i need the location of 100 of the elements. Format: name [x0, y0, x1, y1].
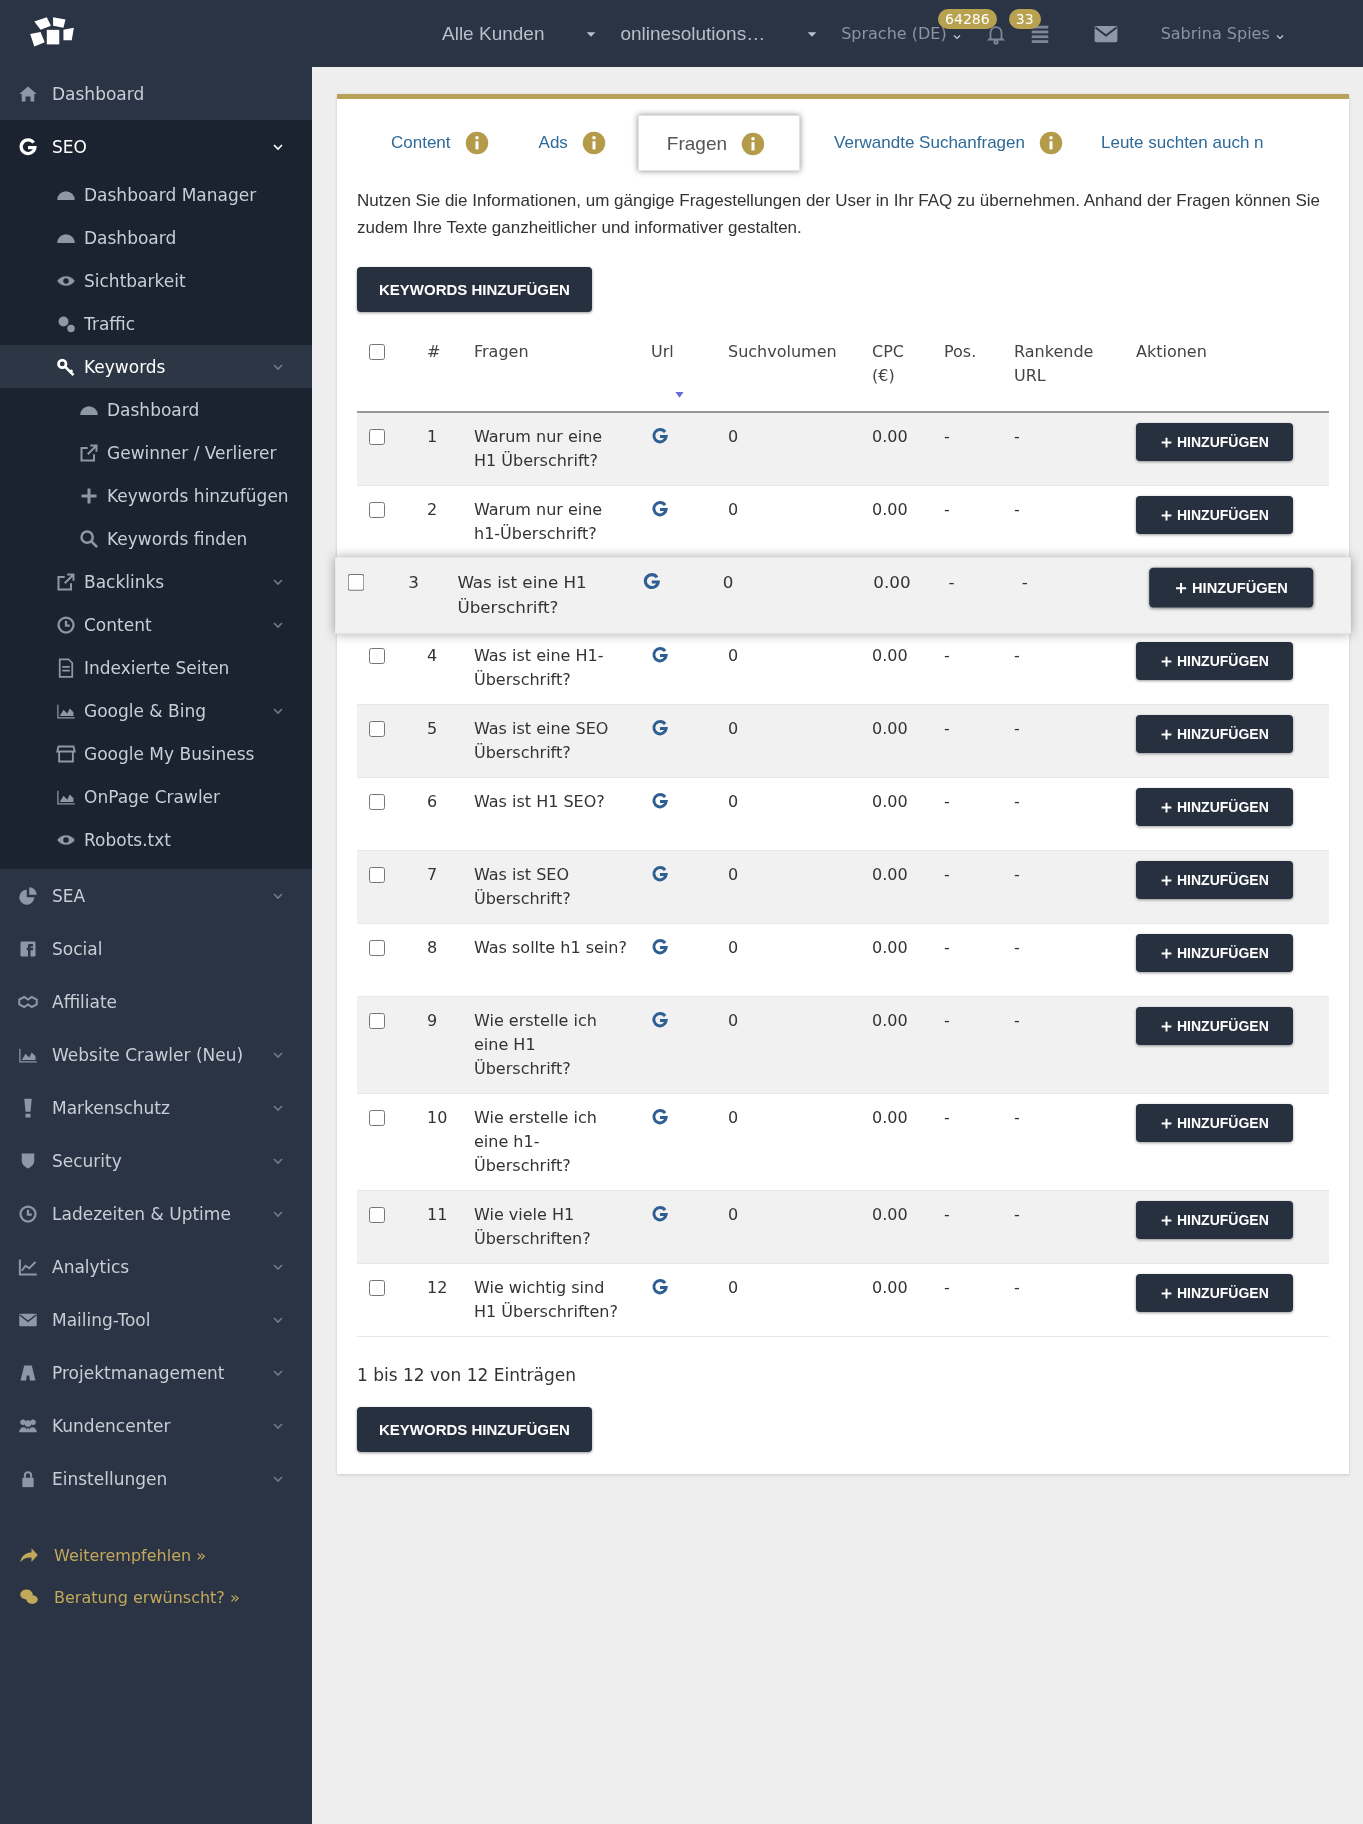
table-cell: 0 [728, 1011, 739, 1030]
table-cell: 0.00 [872, 500, 908, 519]
sidebar-item[interactable]: Dashboard [0, 388, 312, 431]
plus-icon [1160, 435, 1173, 449]
g-icon [651, 427, 669, 445]
table-cell: - [1021, 572, 1028, 592]
table-cell: - [1014, 1011, 1020, 1030]
sidebar-item[interactable]: Keywords [0, 345, 312, 388]
add-button[interactable]: HINZUFÜGEN [1136, 1104, 1293, 1142]
table-cell: - [1014, 938, 1020, 957]
row-checkbox[interactable] [369, 721, 385, 737]
sidebar-item[interactable]: Einstellungen [0, 1452, 312, 1505]
row-checkbox[interactable] [369, 1280, 385, 1296]
sidebar-item[interactable]: Dashboard [0, 216, 312, 259]
sidebar-item[interactable]: OnPage Crawler [0, 775, 312, 818]
tab[interactable]: Leute suchten auch n [1078, 117, 1264, 169]
add-button[interactable]: HINZUFÜGEN [1136, 934, 1293, 972]
sidebar-item[interactable]: Projektmanagement [0, 1346, 312, 1399]
tab[interactable]: Ads [504, 115, 622, 171]
sidebar-item[interactable]: Backlinks [0, 560, 312, 603]
sidebar-item[interactable]: SEO [0, 120, 312, 173]
table-cell: 0.00 [872, 646, 908, 665]
plus-icon [1174, 580, 1188, 595]
add-button[interactable]: HINZUFÜGEN [1149, 567, 1313, 608]
add-button[interactable]: HINZUFÜGEN [1136, 642, 1293, 680]
sidebar-item[interactable]: Dashboard Manager [0, 173, 312, 216]
sidebar-link[interactable]: Weiterempfehlen » [18, 1545, 207, 1565]
add-button[interactable]: HINZUFÜGEN [1136, 788, 1293, 826]
table-cell: Was sollte h1 sein? [474, 938, 627, 957]
row-checkbox[interactable] [369, 648, 385, 664]
sidebar-item[interactable]: Markenschutz [0, 1081, 312, 1134]
column-header[interactable]: # [427, 340, 441, 364]
row-checkbox[interactable] [369, 1013, 385, 1029]
table-cell: 0 [728, 865, 739, 884]
row-checkbox[interactable] [369, 1110, 385, 1126]
row-checkbox[interactable] [369, 867, 385, 883]
sidebar-item[interactable]: Social [0, 922, 312, 975]
column-header[interactable]: Rankende URL [1014, 340, 1112, 388]
sidebar-item[interactable]: Sichtbarkeit [0, 259, 312, 302]
table-cell: - [1014, 865, 1020, 884]
sidebar-link[interactable]: Beratung erwünscht? » [18, 1587, 240, 1607]
add-keywords-button[interactable]: KEYWORDS HINZUFÜGEN [357, 1407, 592, 1452]
sidebar-item[interactable]: Kundencenter [0, 1399, 312, 1452]
sidebar-item[interactable]: Indexierte Seiten [0, 646, 312, 689]
sidebar-item[interactable]: Mailing-Tool [0, 1293, 312, 1346]
add-button[interactable]: HINZUFÜGEN [1136, 715, 1293, 753]
sidebar-item[interactable]: Ladezeiten & Uptime [0, 1187, 312, 1240]
sidebar-item[interactable]: Content [0, 603, 312, 646]
table-cell: - [948, 572, 955, 592]
add-button[interactable]: HINZUFÜGEN [1136, 496, 1293, 534]
table-cell: - [944, 1011, 950, 1030]
row-checkbox[interactable] [347, 574, 365, 591]
sidebar-item[interactable]: SEA [0, 869, 312, 922]
sidebar-item[interactable]: Website Crawler (Neu) [0, 1028, 312, 1081]
table-cell: 0 [728, 1108, 739, 1127]
add-button[interactable]: HINZUFÜGEN [1136, 1274, 1293, 1312]
g-icon [651, 500, 669, 518]
table-cell: 0 [728, 792, 739, 811]
table-cell: - [1014, 792, 1020, 811]
info-icon [1038, 131, 1063, 155]
table-cell: 11 [427, 1205, 448, 1224]
sidebar-item[interactable]: Analytics [0, 1240, 312, 1293]
tab[interactable]: Fragen [637, 115, 801, 171]
column-header[interactable]: Suchvolumen [728, 340, 837, 364]
row-checkbox[interactable] [369, 502, 385, 518]
add-button[interactable]: HINZUFÜGEN [1136, 423, 1293, 461]
column-header[interactable]: Fragen [474, 340, 529, 364]
select-all-checkbox[interactable] [369, 344, 385, 360]
tab[interactable]: Content [357, 115, 505, 171]
row-checkbox[interactable] [369, 794, 385, 810]
project-dropdown[interactable]: onlinesolutions… [620, 22, 820, 45]
sidebar-item[interactable]: Google My Business [0, 732, 312, 775]
sidebar-item[interactable]: Robots.txt [0, 818, 312, 861]
sidebar-item[interactable]: Keywords finden [0, 517, 312, 560]
customer-dropdown[interactable]: Alle Kunden [442, 22, 599, 45]
add-button[interactable]: HINZUFÜGEN [1136, 1007, 1293, 1045]
user-menu[interactable]: Sabrina Spies [1160, 24, 1286, 43]
sidebar-item[interactable]: Google & Bing [0, 689, 312, 732]
tab[interactable]: Verwandte Suchanfragen [800, 115, 1079, 171]
column-header[interactable]: Pos. [944, 340, 977, 364]
plus-icon [1160, 1286, 1173, 1300]
table-cell: 0.00 [873, 572, 911, 592]
row-checkbox[interactable] [369, 1207, 385, 1223]
column-header[interactable]: CPC (€) [872, 340, 920, 388]
add-button[interactable]: HINZUFÜGEN [1136, 861, 1293, 899]
sidebar-item[interactable]: Gewinner / Verlierer [0, 431, 312, 474]
sidebar-item[interactable]: Affiliate [0, 975, 312, 1028]
row-checkbox[interactable] [369, 940, 385, 956]
row-checkbox[interactable] [369, 429, 385, 445]
column-header[interactable]: Url [651, 340, 704, 401]
table-cell: Was ist eine H1-Überschrift? [474, 646, 604, 689]
g-icon [651, 865, 669, 883]
column-header[interactable]: Aktionen [1136, 340, 1207, 364]
add-button[interactable]: HINZUFÜGEN [1136, 1201, 1293, 1239]
sidebar-item[interactable]: Traffic [0, 302, 312, 345]
info-icon [581, 131, 606, 155]
sidebar-item[interactable]: Security [0, 1134, 312, 1187]
sidebar-item[interactable]: Keywords hinzufügen [0, 474, 312, 517]
sidebar-item[interactable]: Dashboard [0, 67, 312, 120]
add-keywords-button[interactable]: KEYWORDS HINZUFÜGEN [357, 267, 592, 312]
